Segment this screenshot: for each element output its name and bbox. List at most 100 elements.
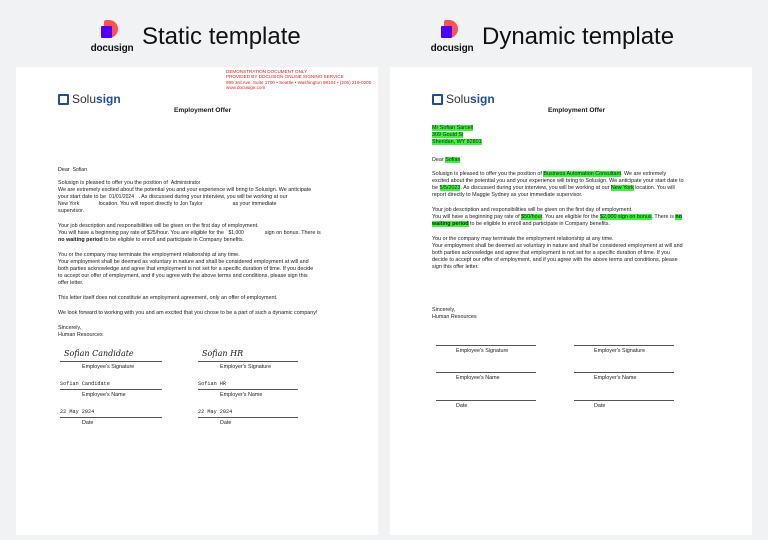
demo-notice-line: www.docusign.com <box>226 85 266 91</box>
text: . There is <box>651 214 674 220</box>
dynamic-template-title: Dynamic template <box>482 23 675 50</box>
employee-signature-label: Employee's Signature <box>456 348 509 354</box>
date-field: 01/01/2024 <box>108 194 134 200</box>
signature-line <box>574 400 674 401</box>
employer-date-label: Date <box>594 403 606 409</box>
solusign-wordmark: Solusign <box>446 92 495 106</box>
solusign-logo-icon <box>58 93 69 105</box>
paragraph-line: New York location. You will report direc… <box>58 201 277 208</box>
docusign-logo-icon <box>441 20 463 42</box>
brand-bold: sign <box>96 92 121 106</box>
employee-name-label: Employee's Name <box>456 375 500 381</box>
text: You will have a beginning pay rate of <box>432 214 520 220</box>
brand-pre: Solu <box>446 92 471 106</box>
bold-text: no waiting period <box>58 237 103 243</box>
name-field: Sofian <box>72 167 87 173</box>
signature-line <box>436 400 536 401</box>
location-field: New York <box>58 201 80 207</box>
paragraph-line: We look forward to working with you and … <box>58 310 318 316</box>
employee-name-value: Sofian Candidate <box>60 381 110 387</box>
signatory: Human Resources <box>432 314 477 320</box>
text: location. You will report directly to <box>98 201 179 207</box>
static-template-header: docusign Static template <box>90 20 301 54</box>
dynamic-document-page: Solusign Employment Offer Mr Sofian Sarc… <box>390 67 752 535</box>
text: Solusign is pleased to offer you the pos… <box>58 180 168 186</box>
benefits-field: waiting period <box>432 221 469 227</box>
employer-name-value: Sofian HR <box>198 381 227 387</box>
signature-line <box>574 372 674 373</box>
signature-line <box>436 372 536 373</box>
paragraph-line: This letter itself does not constitute a… <box>58 295 278 301</box>
employer-signature-image: Sofian HR <box>202 349 244 358</box>
paragraph-line: report directly to Maggie Sydney as your… <box>432 192 583 198</box>
brand-pre: Solu <box>72 92 97 106</box>
text: sign on bonus. There is <box>264 230 321 236</box>
paragraph-line: sign this offer letter. <box>432 264 479 270</box>
address-field: Mr Sofian Sarcell <box>432 125 474 131</box>
solusign-wordmark: Solusign <box>72 92 121 106</box>
signature-line <box>60 361 162 362</box>
date-field: 5/5/2023 <box>439 185 461 191</box>
signature-line <box>198 389 298 390</box>
greeting: Dear Sofian <box>58 167 87 174</box>
signature-line <box>436 345 536 346</box>
offer-title: Employment Offer <box>548 107 606 114</box>
signature-line <box>198 417 298 418</box>
text: . As discussed during your interview, yo… <box>138 194 288 200</box>
signature-line <box>198 361 298 362</box>
employee-date-label: Date <box>456 403 468 409</box>
employer-date-value: 22 May 2024 <box>198 409 233 415</box>
text: Solusign is pleased to offer you the pos… <box>432 171 542 177</box>
dear-text: Dear <box>432 157 444 163</box>
text: . You are eligible for the <box>542 214 599 220</box>
docusign-wordmark: docusign <box>430 43 474 54</box>
greeting: Dear Sofian <box>432 157 461 164</box>
signatory: Human Resources <box>58 332 103 338</box>
employer-name-label: Employer's Name <box>594 375 637 381</box>
static-document-page: DEMONSTRATION DOCUMENT ONLY PROVIDED BY … <box>16 67 378 535</box>
benefits-field: no <box>675 214 682 220</box>
solusign-logo-icon <box>432 93 443 105</box>
solusign-logo: Solusign <box>432 92 495 106</box>
offer-title: Employment Offer <box>174 107 232 114</box>
employee-signature-label: Employee's Signature <box>82 364 135 370</box>
text: to be eligible to enroll and participate… <box>102 237 245 243</box>
employee-date-value: 22 May 2024 <box>60 409 95 415</box>
paragraph-line: waiting period to be eligible to enroll … <box>432 221 610 228</box>
docusign-logo: docusign <box>430 20 474 54</box>
name-field: Sofian <box>445 157 461 163</box>
employer-name-label: Employer's Name <box>220 392 263 398</box>
text: /hour. You are eligible for the <box>155 230 225 236</box>
solusign-logo: Solusign <box>58 92 121 106</box>
text: location. You will <box>635 185 675 191</box>
docusign-wordmark: docusign <box>90 43 134 54</box>
brand-bold: sign <box>470 92 495 106</box>
employer-date-label: Date <box>220 420 232 426</box>
docusign-logo-icon <box>101 20 123 42</box>
text: . We are extremely <box>621 171 667 177</box>
text: to be eligible to enroll and participate… <box>468 221 610 227</box>
dear-text: Dear <box>58 167 70 173</box>
bonus-field: $2,000 sign on bonus <box>599 214 652 220</box>
rate-field: $50/hour <box>521 214 543 220</box>
address-field: Sheridan, WY 82801 <box>432 139 482 145</box>
employee-date-label: Date <box>82 420 94 426</box>
paragraph-line: no waiting period to be eligible to enro… <box>58 237 244 244</box>
text: as your immediate <box>232 201 277 207</box>
employee-signature-image: Sofian Candidate <box>64 349 134 358</box>
bonus-field: $1,000 <box>228 230 244 236</box>
employer-signature-label: Employer's Signature <box>594 348 646 354</box>
text: . As discussed during your interview, yo… <box>460 185 610 191</box>
text: be <box>432 185 438 191</box>
position-field: Administrator <box>170 180 201 186</box>
employee-name-label: Employee's Name <box>82 392 126 398</box>
docusign-logo: docusign <box>90 20 134 54</box>
paragraph-line: to accept our offer of employment, and i… <box>58 273 308 279</box>
employer-signature-label: Employer's Signature <box>220 364 272 370</box>
location-field: New York <box>610 185 634 191</box>
text: You will have a beginning pay rate of $ <box>58 230 151 236</box>
dynamic-template-header: docusign Dynamic template <box>430 20 675 54</box>
signature-line <box>574 345 674 346</box>
position-field: Business Automation Consultant <box>543 171 622 177</box>
text: your start date to be <box>58 194 106 200</box>
